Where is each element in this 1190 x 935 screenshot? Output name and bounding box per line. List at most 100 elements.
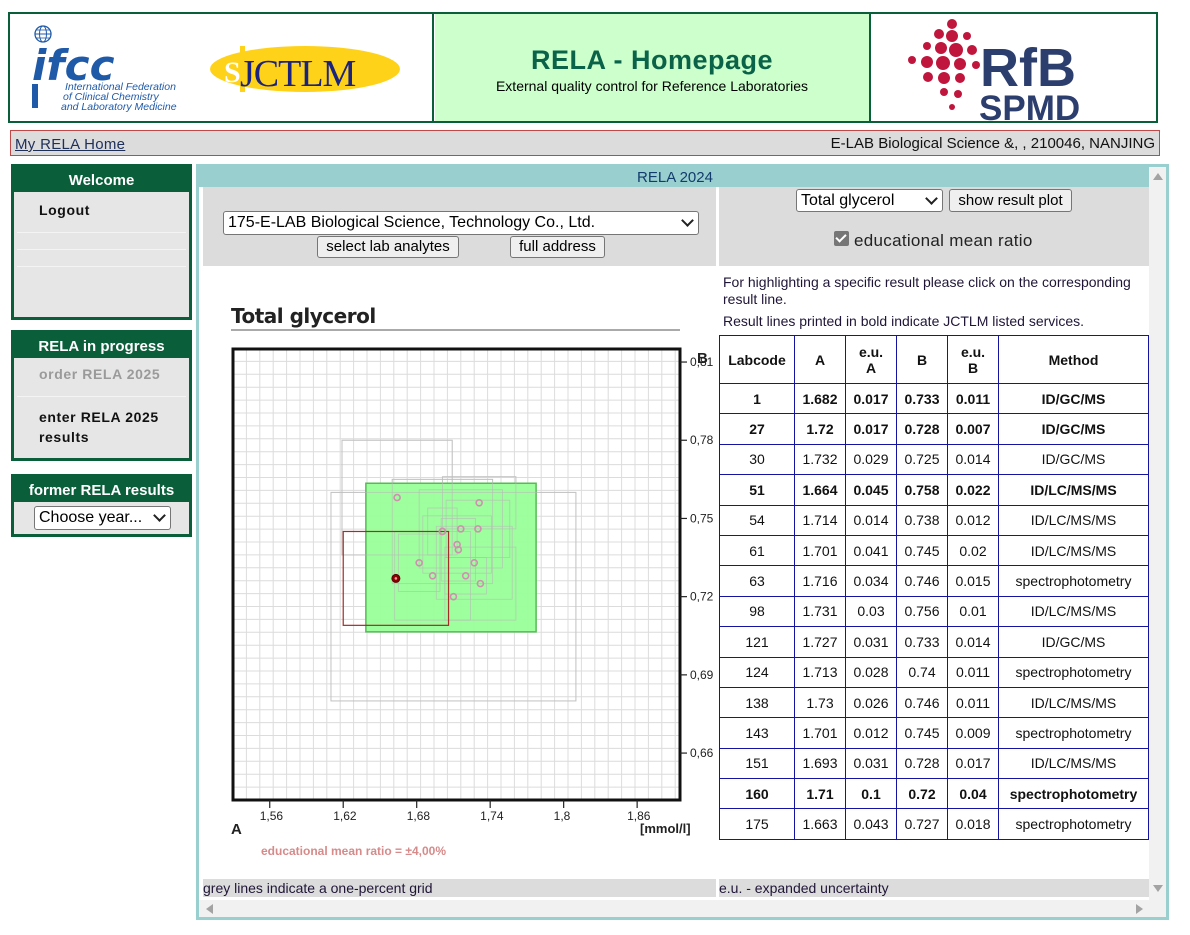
info-bar: My RELA Home E-LAB Biological Science &,… — [10, 130, 1160, 156]
table-row[interactable]: 160 1.71 0.1 0.72 0.04 spectrophotometry — [719, 778, 1149, 810]
former-results-box: former RELA results Choose year... — [11, 474, 192, 537]
col-eu-b: e.u. B — [947, 335, 999, 384]
eu-a-cell: 0.03 — [845, 595, 897, 628]
eu-b-cell: 0.018 — [947, 808, 999, 840]
rela-progress-title: RELA in progress — [14, 333, 189, 358]
my-rela-home-link[interactable]: My RELA Home — [15, 136, 125, 153]
method-cell: ID/LC/MS/MS — [998, 595, 1149, 628]
welcome-title: Welcome — [14, 167, 189, 192]
labcode-cell: 151 — [719, 747, 795, 780]
table-row[interactable]: 124 1.713 0.028 0.74 0.011 spectrophotometry — [719, 656, 1149, 688]
b-value-cell: 0.745 — [896, 534, 948, 567]
method-cell: ID/LC/MS/MS — [998, 686, 1149, 719]
page-subtitle: External quality control for Reference L… — [495, 78, 809, 94]
b-value-cell: 0.745 — [896, 717, 948, 749]
labcode-cell: 61 — [719, 534, 795, 567]
order-rela-link[interactable]: order RELA 2025 — [14, 358, 189, 396]
a-value-cell: 1.714 — [794, 504, 846, 536]
y-tick-label: 0,78 — [690, 433, 714, 447]
chevron-down-icon — [925, 192, 938, 205]
result-plot[interactable]: 1,56 1,62 1,68 1,74 1,8 1,860,660,690,720,750… — [199, 167, 719, 877]
rela-main-panel: RELA 2024 175-E-LAB Biological Science, … — [196, 164, 1169, 920]
eu-b-cell: 0.011 — [947, 382, 999, 415]
table-row[interactable]: 61 1.701 0.041 0.745 0.02 ID/LC/MS/MS — [719, 534, 1149, 567]
eu-b-cell: 0.04 — [947, 778, 999, 810]
chevron-down-icon — [153, 509, 166, 522]
labcode-cell: 27 — [719, 413, 795, 445]
a-value-cell: 1.731 — [794, 595, 846, 628]
vertical-scrollbar[interactable] — [1149, 167, 1166, 917]
scroll-left-icon[interactable] — [206, 904, 213, 914]
x-tick-label: 1,56 — [260, 809, 284, 823]
welcome-box: Welcome Logout — [11, 164, 192, 320]
table-row[interactable]: 30 1.732 0.029 0.725 0.014 ID/GC/MS — [719, 443, 1149, 476]
eu-a-cell: 0.012 — [845, 717, 897, 749]
y-tick-label: 0,66 — [690, 746, 714, 760]
show-result-plot-button[interactable]: show result plot — [949, 189, 1072, 212]
b-value-cell: 0.74 — [896, 656, 948, 688]
y-axis-label: B — [697, 350, 708, 367]
analyte-select[interactable]: Total glycerol — [796, 189, 943, 212]
results-table: Labcode A e.u. A B e.u. B Method 1 1.682 0… — [719, 335, 1149, 840]
table-row[interactable]: 63 1.716 0.034 0.746 0.015 spectrophotometry — [719, 565, 1149, 597]
method-cell: ID/GC/MS — [998, 443, 1149, 476]
table-row[interactable]: 138 1.73 0.026 0.746 0.011 ID/LC/MS/MS — [719, 686, 1149, 719]
table-row[interactable]: 143 1.701 0.012 0.745 0.009 spectrophotometry — [719, 717, 1149, 749]
eu-b-cell: 0.009 — [947, 717, 999, 749]
x-tick-label: 1,68 — [407, 809, 431, 823]
table-row[interactable]: 175 1.663 0.043 0.727 0.018 spectrophotometry — [719, 808, 1149, 840]
table-row[interactable]: 51 1.664 0.045 0.758 0.022 ID/LC/MS/MS — [719, 474, 1149, 506]
labcode-cell: 30 — [719, 443, 795, 476]
table-row[interactable]: 98 1.731 0.03 0.756 0.01 ID/LC/MS/MS — [719, 595, 1149, 628]
highlight-note: For highlighting a specific result pleas… — [723, 274, 1131, 307]
enter-rela-results-link[interactable]: enter RELA 2025 results — [14, 397, 174, 447]
educational-mean-ratio-checkbox[interactable] — [834, 231, 849, 246]
eu-a-cell: 0.1 — [845, 778, 897, 810]
eu-b-cell: 0.014 — [947, 443, 999, 476]
analyte-select-value: Total glycerol — [801, 192, 895, 209]
b-value-cell: 0.728 — [896, 413, 948, 445]
method-cell: ID/LC/MS/MS — [998, 504, 1149, 536]
table-row[interactable]: 1 1.682 0.017 0.733 0.011 ID/GC/MS — [719, 382, 1149, 415]
table-row[interactable]: 27 1.72 0.017 0.728 0.007 ID/GC/MS — [719, 413, 1149, 445]
b-value-cell: 0.733 — [896, 382, 948, 415]
table-row[interactable]: 121 1.727 0.031 0.733 0.014 ID/GC/MS — [719, 626, 1149, 658]
method-cell: ID/LC/MS/MS — [998, 747, 1149, 780]
col-a: A — [794, 335, 846, 384]
eu-b-cell: 0.015 — [947, 565, 999, 597]
highlighted-lab-point-center — [394, 577, 398, 580]
eu-a-cell: 0.017 — [845, 413, 897, 445]
a-value-cell: 1.71 — [794, 778, 846, 810]
b-value-cell: 0.756 — [896, 595, 948, 628]
b-value-cell: 0.72 — [896, 778, 948, 810]
scroll-right-icon[interactable] — [1136, 904, 1143, 914]
eu-b-cell: 0.02 — [947, 534, 999, 567]
former-results-title: former RELA results — [14, 477, 189, 502]
a-value-cell: 1.701 — [794, 534, 846, 567]
eu-a-cell: 0.029 — [845, 443, 897, 476]
bold-lines-note: Result lines printed in bold indicate JC… — [723, 313, 1085, 329]
eu-a-cell: 0.034 — [845, 565, 897, 597]
y-tick-label: 0,72 — [690, 590, 714, 604]
scroll-down-icon[interactable] — [1153, 885, 1163, 892]
jctlm-logo: S JCTLM — [210, 46, 400, 95]
scroll-up-icon[interactable] — [1153, 173, 1163, 180]
table-row[interactable]: 151 1.693 0.031 0.728 0.017 ID/LC/MS/MS — [719, 747, 1149, 780]
method-cell: ID/LC/MS/MS — [998, 474, 1149, 506]
year-select[interactable]: Choose year... — [34, 506, 171, 530]
y-tick-label: 0,75 — [690, 511, 714, 525]
method-cell: ID/GC/MS — [998, 382, 1149, 415]
rfb-dots-icon: RfB SPMD — [908, 19, 1080, 121]
col-labcode: Labcode — [719, 335, 795, 384]
labcode-cell: 175 — [719, 808, 795, 840]
a-value-cell: 1.713 — [794, 656, 846, 688]
eu-b-cell: 0.012 — [947, 504, 999, 536]
ifcc-logo: ifcc International Federation of Clinica… — [32, 25, 400, 113]
svg-text:S: S — [224, 56, 241, 89]
table-row[interactable]: 54 1.714 0.014 0.738 0.012 ID/LC/MS/MS — [719, 504, 1149, 536]
logout-link[interactable]: Logout — [14, 192, 189, 232]
header: ifcc International Federation of Clinica… — [8, 12, 1158, 123]
a-value-cell: 1.701 — [794, 717, 846, 749]
horizontal-scrollbar[interactable] — [199, 900, 1151, 917]
eu-b-cell: 0.007 — [947, 413, 999, 445]
